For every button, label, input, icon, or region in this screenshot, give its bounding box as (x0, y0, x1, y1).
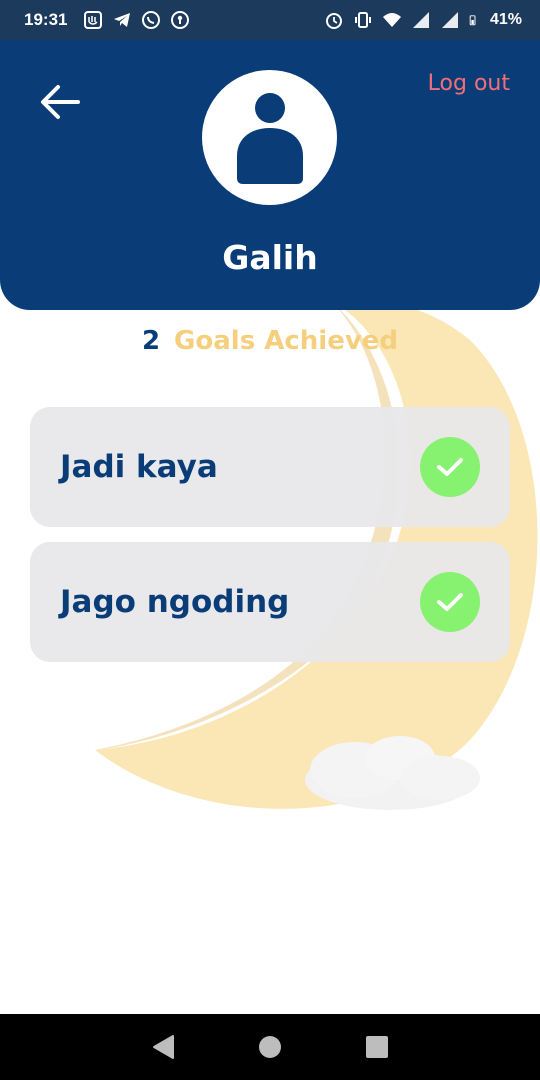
check-icon (420, 572, 480, 632)
status-bar: 19:31 41% (0, 0, 540, 40)
wifi-icon (382, 13, 401, 27)
battery-icon (469, 15, 476, 26)
back-button[interactable] (36, 82, 84, 122)
user-icon (236, 92, 303, 184)
recents-square-icon (365, 1036, 388, 1058)
app-badge-icon (84, 11, 103, 29)
vibrate-icon (354, 12, 371, 28)
alarm-icon (325, 13, 342, 29)
telegram-icon (114, 13, 131, 27)
goals-summary: 2 Goals Achieved (0, 326, 540, 356)
back-triangle-icon (153, 1035, 175, 1059)
system-icons: 41% (324, 10, 522, 30)
battery-percent: 41% (489, 11, 522, 28)
goals-label: Goals Achieved (174, 326, 399, 356)
arrow-left-icon (41, 85, 80, 119)
avatar (202, 70, 337, 205)
username: Galih (222, 238, 318, 277)
check-icon (420, 437, 480, 497)
goal-card[interactable]: Jago ngoding (30, 542, 510, 662)
goal-title: Jadi kaya (60, 449, 218, 485)
nav-recents-button[interactable] (362, 1032, 392, 1062)
system-nav-bar (0, 1014, 540, 1080)
notification-icons (83, 10, 190, 30)
goals-count: 2 (141, 326, 161, 356)
nav-home-button[interactable] (255, 1032, 285, 1062)
whatsapp-icon (142, 11, 161, 29)
goal-title: Jago ngoding (60, 584, 290, 620)
home-circle-icon (258, 1036, 281, 1058)
profile-header: Log out Galih (0, 40, 540, 310)
nav-back-button[interactable] (148, 1032, 178, 1062)
status-time: 19:31 (24, 10, 68, 29)
logout-button[interactable]: Log out (428, 71, 510, 96)
goal-card[interactable]: Jadi kaya (30, 407, 510, 527)
signal-icon (412, 12, 429, 28)
profile-screen: 19:31 41% Log out Galih 2 Goals Achieved… (0, 0, 540, 1080)
signal-icon (441, 12, 458, 28)
keyhole-icon (171, 11, 190, 29)
